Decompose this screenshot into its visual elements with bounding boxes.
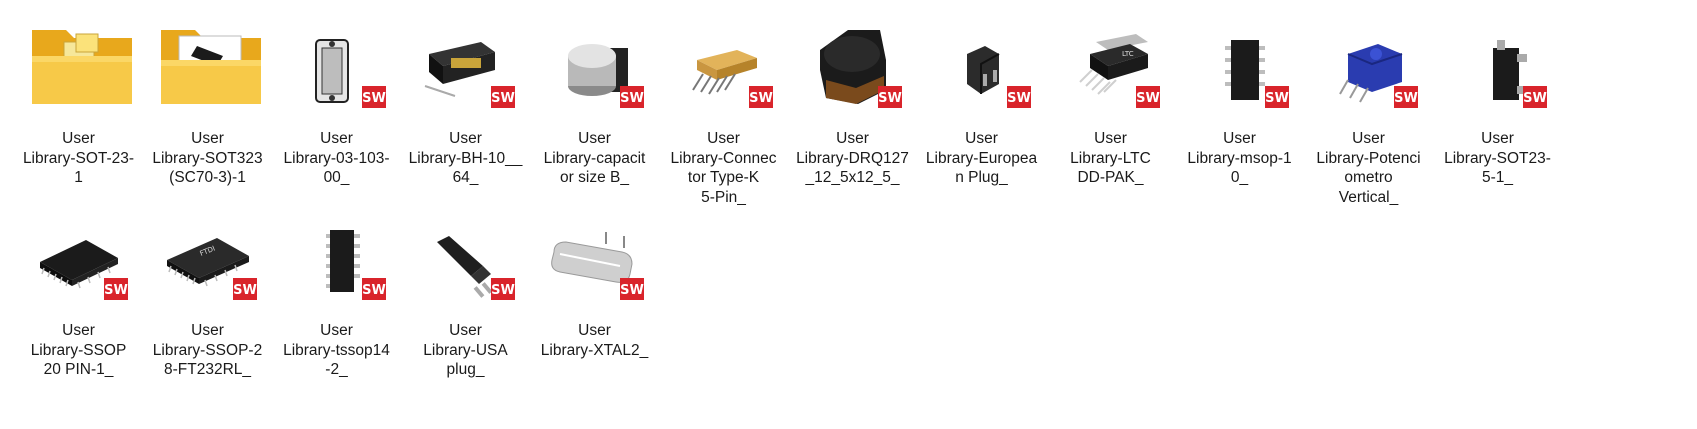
svg-text:LTC: LTC (1122, 50, 1134, 58)
file-item[interactable]: SW User Library-BH-10__ 64_ (403, 0, 528, 196)
file-grid: User Library-SOT-23- 1 User Library-SOT3… (0, 0, 1697, 429)
part-ddpak-icon: LTC SW (1060, 20, 1170, 112)
file-item[interactable]: SW User Library-Europea n Plug_ (919, 0, 1044, 196)
file-item[interactable]: SW User Library-capacit or size B_ (532, 0, 657, 196)
file-name: User Library-BH-10__ 64_ (408, 130, 523, 186)
file-name: User Library-SSOP-2 8-FT232RL_ (152, 322, 263, 378)
part-usa-plug-icon: SW (415, 212, 525, 304)
folder-icon (28, 20, 138, 112)
file-item[interactable]: SW User Library-USA plug_ (403, 192, 528, 388)
part-eu-plug-icon: SW (931, 20, 1041, 112)
file-name: User Library-LTC DD-PAK_ (1070, 130, 1151, 186)
solidworks-badge-icon: SW (362, 86, 386, 108)
svg-text:SW: SW (749, 91, 773, 106)
part-crystal-icon: SW (544, 212, 654, 304)
svg-text:SW: SW (104, 283, 128, 298)
file-name: User Library-tssop14 -2_ (283, 322, 390, 378)
file-item[interactable]: User Library-SOT323 (SC70-3)-1 (145, 0, 270, 196)
svg-text:SW: SW (1136, 91, 1160, 106)
file-name: User Library-SOT323 (SC70-3)-1 (152, 130, 263, 186)
folder-icon (157, 20, 267, 112)
file-name: User Library-03-103- 00_ (283, 130, 390, 186)
file-name: User Library-SOT-23- 1 (22, 130, 135, 186)
part-connector-icon: SW (673, 20, 783, 112)
svg-text:SW: SW (362, 91, 386, 106)
file-item[interactable]: SW User Library-tssop14 -2_ (274, 192, 399, 388)
part-msop-icon: SW (1189, 20, 1299, 112)
part-ssop28-icon: FTDI SW (157, 212, 267, 304)
svg-text:SW: SW (1007, 91, 1031, 106)
part-ssop20-icon: SW (28, 212, 138, 304)
file-item[interactable]: LTC SW User Library-LTC DD-PAK_ (1048, 0, 1173, 196)
part-sot23-icon: SW (1447, 20, 1557, 112)
part-tssop-icon: SW (286, 212, 396, 304)
part-box-icon: SW (286, 20, 396, 112)
svg-text:SW: SW (1523, 91, 1547, 106)
file-name: User Library-msop-1 0_ (1187, 130, 1292, 186)
file-name: User Library-Europea n Plug_ (925, 130, 1038, 186)
svg-text:SW: SW (491, 283, 515, 298)
file-item[interactable]: User Library-SOT-23- 1 (16, 0, 141, 196)
file-name: User Library-capacit or size B_ (543, 130, 646, 186)
svg-text:SW: SW (491, 91, 515, 106)
part-potentiometer-icon: SW (1318, 20, 1428, 112)
file-name: User Library-Potenci ometro Vertical_ (1316, 130, 1421, 206)
svg-text:SW: SW (620, 283, 644, 298)
part-inductor-icon: SW (802, 20, 912, 112)
file-name: User Library-Connec tor Type-K 5-Pin_ (670, 130, 777, 206)
svg-text:SW: SW (878, 91, 902, 106)
file-item[interactable]: SW User Library-SSOP 20 PIN-1_ (16, 192, 141, 388)
file-item[interactable]: FTDI SW User Library-SSOP-2 8-FT232RL_ (145, 192, 270, 388)
file-item[interactable]: SW User Library-DRQ127 _12_5x12_5_ (790, 0, 915, 196)
file-item[interactable]: SW User Library-SOT23- 5-1_ (1435, 0, 1560, 196)
svg-text:SW: SW (233, 283, 257, 298)
file-item[interactable]: SW User Library-03-103- 00_ (274, 0, 399, 196)
part-header-icon: SW (415, 20, 525, 112)
file-name: User Library-SSOP 20 PIN-1_ (30, 322, 127, 378)
svg-text:SW: SW (362, 283, 386, 298)
file-item[interactable]: SW User Library-Potenci ometro Vertical_ (1306, 0, 1431, 206)
part-capacitor-icon: SW (544, 20, 654, 112)
file-name: User Library-XTAL2_ (540, 322, 649, 359)
file-name: User Library-DRQ127 _12_5x12_5_ (796, 130, 909, 186)
file-item[interactable]: SW User Library-Connec tor Type-K 5-Pin_ (661, 0, 786, 206)
svg-text:SW: SW (620, 91, 644, 106)
file-name: User Library-SOT23- 5-1_ (1444, 130, 1551, 186)
file-item[interactable]: SW User Library-XTAL2_ (532, 192, 657, 388)
svg-text:SW: SW (1394, 91, 1418, 106)
svg-text:SW: SW (1265, 91, 1289, 106)
file-item[interactable]: SW User Library-msop-1 0_ (1177, 0, 1302, 196)
file-name: User Library-USA plug_ (423, 322, 508, 378)
